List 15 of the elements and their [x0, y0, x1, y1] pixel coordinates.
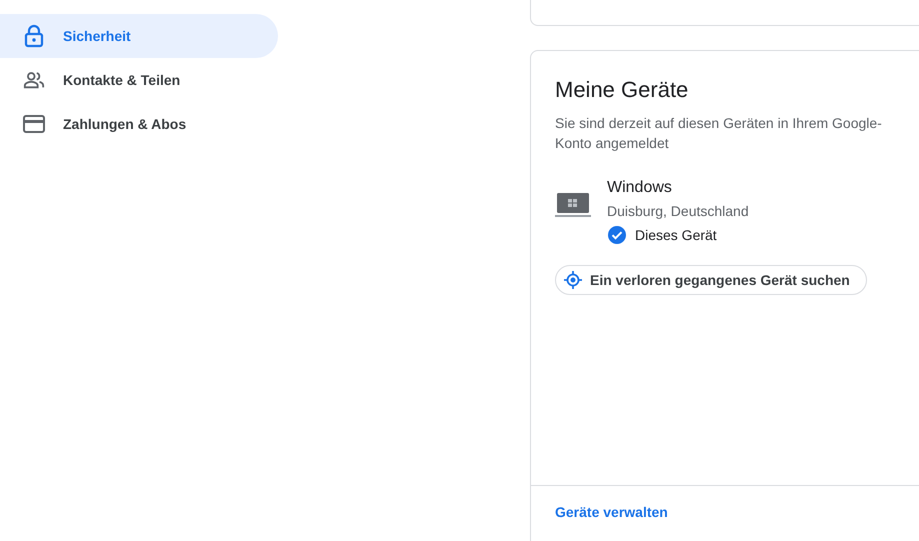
people-icon: [23, 71, 45, 89]
manage-devices-link[interactable]: Geräte verwalten: [555, 504, 668, 520]
credit-card-icon: [23, 115, 45, 133]
laptop-icon: [555, 191, 591, 219]
device-name: Windows: [607, 179, 673, 197]
device-location: Duisburg, Deutschland: [607, 203, 749, 219]
card-description: Sie sind derzeit auf diesen Geräten in Ihrem Google-Konto angemeldet: [555, 114, 883, 153]
current-device-label: Dieses Gerät: [635, 227, 717, 243]
lock-icon: [24, 24, 44, 48]
target-icon: [564, 271, 582, 289]
card-title: Meine Geräte: [555, 77, 690, 103]
sidebar-item[interactable]: Zahlungen & Abos: [0, 102, 278, 146]
sidebar-item[interactable]: Sicherheit: [0, 14, 278, 58]
sidebar-item[interactable]: Kontakte & Teilen: [0, 58, 278, 102]
find-device-button[interactable]: Ein verloren gegangenes Gerät suchen: [555, 265, 867, 295]
